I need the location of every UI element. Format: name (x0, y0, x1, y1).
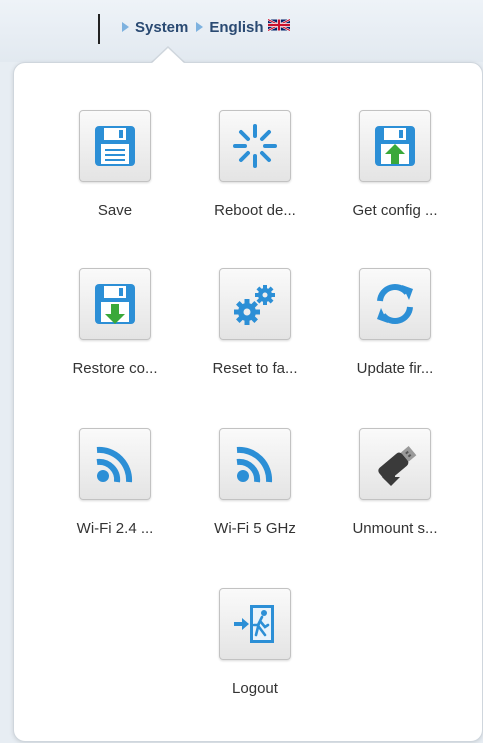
reboot-tile[interactable] (219, 110, 291, 182)
breadcrumb: System English (122, 18, 291, 36)
menu-item-label: Restore co... (72, 360, 158, 377)
breadcrumb-arrow-icon (122, 22, 129, 32)
app-root: System English Save Reboot de... Get con… (0, 0, 483, 743)
gears-icon (234, 285, 275, 325)
get-config-tile[interactable] (359, 110, 431, 182)
menu-item-label: Get config ... (352, 202, 438, 219)
menu-item-label: Logout (232, 680, 278, 697)
reset-factory-tile[interactable] (219, 268, 291, 340)
exit-icon (234, 605, 274, 643)
menu-item-unmount-storage[interactable]: Unmount s... (325, 428, 465, 537)
update-firmware-tile[interactable] (359, 268, 431, 340)
breadcrumb-system[interactable]: System (122, 19, 188, 36)
uk-flag-icon (267, 18, 291, 36)
usb-unmount-icon (378, 446, 417, 486)
panel-pointer-inner (151, 48, 185, 64)
menu-item-label: Wi-Fi 2.4 ... (76, 520, 154, 537)
logout-tile[interactable] (219, 588, 291, 660)
floppy-download-icon (95, 284, 135, 324)
breadcrumb-system-label: System (135, 18, 189, 36)
restore-config-tile[interactable] (79, 268, 151, 340)
breadcrumb-language-label: English (209, 18, 264, 36)
menu-item-wifi-24[interactable]: Wi-Fi 2.4 ... (45, 428, 185, 537)
menu-item-reboot[interactable]: Reboot de... (185, 110, 325, 219)
wifi-icon (236, 446, 273, 483)
breadcrumb-arrow-icon (196, 22, 204, 32)
wifi-24-tile[interactable] (79, 428, 151, 500)
menu-item-wifi-5[interactable]: Wi-Fi 5 GHz (185, 428, 325, 537)
menu-item-label: Reboot de... (214, 202, 296, 219)
menu-item-reset-factory[interactable]: Reset to fa... (185, 268, 325, 377)
menu-item-label: Update fir... (356, 360, 434, 377)
menu-item-save[interactable]: Save (45, 110, 185, 219)
toolbar-separator (98, 14, 100, 44)
menu-item-label: Unmount s... (352, 520, 438, 537)
top-bar: System English (0, 0, 483, 62)
menu-item-update-firmware[interactable]: Update fir... (325, 268, 465, 377)
breadcrumb-language[interactable]: English (196, 18, 291, 36)
save-tile[interactable] (79, 110, 151, 182)
menu-item-label: Wi-Fi 5 GHz (214, 520, 296, 537)
menu-item-label: Save (97, 202, 133, 219)
refresh-icon (377, 284, 413, 324)
wifi-5-tile[interactable] (219, 428, 291, 500)
unmount-storage-tile[interactable] (359, 428, 431, 500)
menu-item-logout[interactable]: Logout (185, 588, 325, 697)
wifi-icon (96, 446, 133, 483)
menu-item-label: Reset to fa... (212, 360, 298, 377)
floppy-upload-icon (375, 126, 415, 166)
menu-item-restore-config[interactable]: Restore co... (45, 268, 185, 377)
reboot-icon (233, 124, 277, 168)
menu-item-get-config[interactable]: Get config ... (325, 110, 465, 219)
floppy-save-icon (95, 126, 135, 166)
